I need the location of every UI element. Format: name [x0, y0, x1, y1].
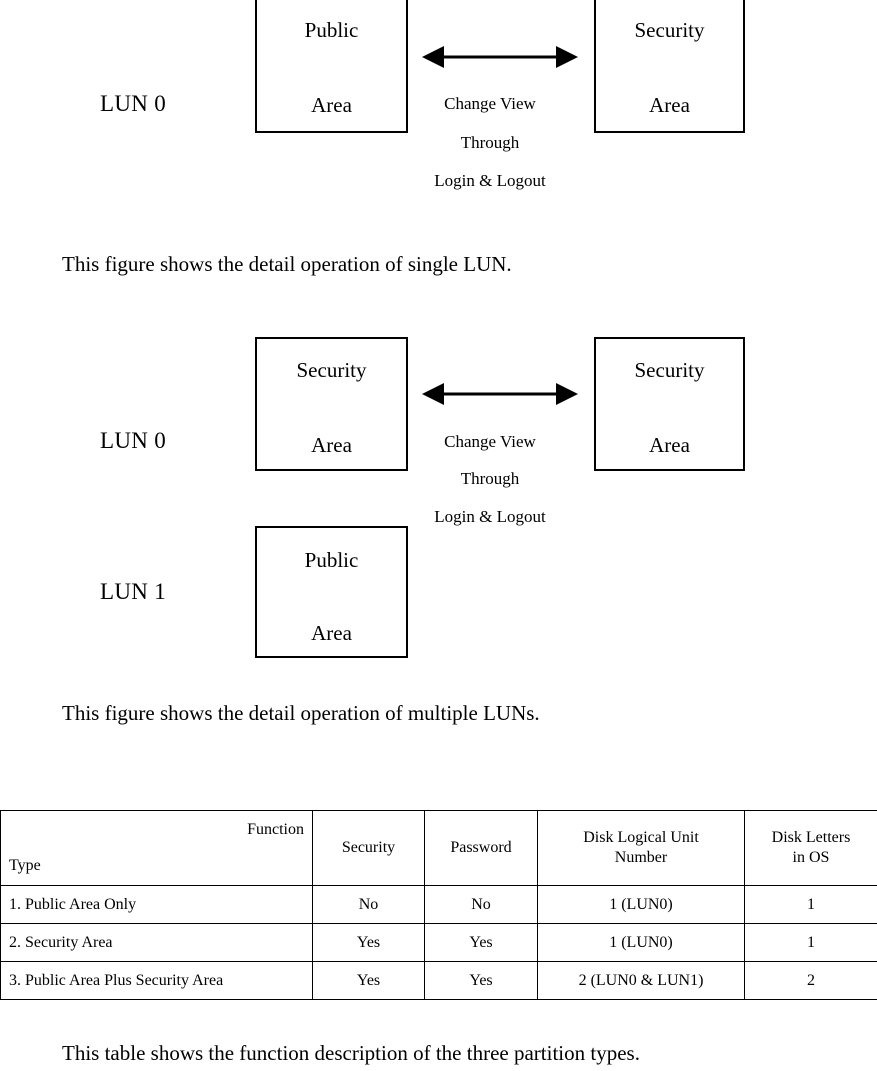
figure1-change-view-arrow — [422, 44, 578, 70]
table-cell-security: Yes — [312, 961, 425, 1000]
figure1-arrow-note-line2: Through — [460, 133, 520, 152]
table-header-function-label: Function — [247, 821, 304, 838]
table-cell-lun: 1 (LUN0) — [537, 885, 745, 924]
table-header-letters-line2: in OS — [792, 849, 830, 866]
table-cell-type: 2. Security Area — [0, 923, 313, 962]
figure2-lun0-security-area-box-right-line2: Area — [649, 433, 690, 457]
figure1-lun0-label: LUN 0 — [100, 91, 167, 116]
figure2-lun0-security-area-box-right: Security Area — [594, 337, 745, 471]
table-header-security: Security — [312, 810, 425, 886]
table-header-disk-logical-unit-number: Disk Logical Unit Number — [537, 810, 745, 886]
figure2-lun0-security-area-box-line2: Area — [311, 433, 352, 457]
figure2-arrow-note-line1: Change View — [444, 432, 536, 451]
table-cell-letters: 1 — [744, 885, 877, 924]
figure1-arrow-note-line1: Change View — [444, 94, 536, 113]
double-arrow-icon — [422, 46, 578, 68]
figure1-public-area-box-line1: Public — [304, 18, 359, 42]
figure2-lun0-security-area-box: Security Area — [255, 337, 408, 471]
table-cell-security: No — [312, 885, 425, 924]
double-arrow-icon — [422, 383, 578, 405]
table-cell-type: 3. Public Area Plus Security Area — [0, 961, 313, 1000]
figure1-arrow-note-line3: Login & Logout — [434, 171, 546, 190]
table-row: 2. Security Area Yes Yes 1 (LUN0) 1 — [0, 923, 877, 962]
table-row: 1. Public Area Only No No 1 (LUN0) 1 — [0, 885, 877, 924]
figure2-lun1-public-area-box-line2: Area — [311, 621, 352, 645]
figure1-public-area-box-line2: Area — [311, 93, 352, 117]
table-header-disk-letters-in-os: Disk Letters in OS — [744, 810, 877, 886]
table-cell-letters: 1 — [744, 923, 877, 962]
table-cell-letters: 2 — [744, 961, 877, 1000]
figure2-lun0-security-area-box-line1: Security — [296, 358, 367, 382]
table-header-security-line1: Security — [341, 839, 396, 856]
figure2-lun0-security-area-box-right-line1: Security — [634, 358, 705, 382]
figure1-public-area-box: Public Area — [255, 0, 408, 133]
figure2-caption: This figure shows the detail operation o… — [62, 701, 540, 725]
figure2-lun1-public-area-box-line1: Public — [304, 548, 359, 572]
table-header-letters-line1: Disk Letters — [771, 829, 851, 846]
table-header-password-line1: Password — [450, 839, 512, 856]
figure2-change-view-arrow — [422, 381, 578, 407]
table-cell-password: Yes — [424, 961, 538, 1000]
table-cell-password: No — [424, 885, 538, 924]
table-header-lun-line2: Number — [614, 849, 668, 866]
figure1-security-area-box-line2: Area — [649, 93, 690, 117]
figure2-lun1-label: LUN 1 — [100, 579, 167, 604]
table-cell-type: 1. Public Area Only — [0, 885, 313, 924]
figure2-lun1-public-area-box: Public Area — [255, 526, 408, 658]
table-header-type-label: Type — [9, 857, 41, 874]
table-row: 3. Public Area Plus Security Area Yes Ye… — [0, 961, 877, 1000]
table-cell-security: Yes — [312, 923, 425, 962]
table-caption: This table shows the function descriptio… — [62, 1041, 640, 1065]
table-cell-lun: 2 (LUN0 & LUN1) — [537, 961, 745, 1000]
figure2-arrow-note-line2: Through — [460, 469, 520, 488]
table-header-corner-cell: Function Type — [0, 810, 313, 886]
figure1-caption: This figure shows the detail operation o… — [62, 252, 512, 276]
table-cell-password: Yes — [424, 923, 538, 962]
figure2-lun0-label: LUN 0 — [100, 428, 167, 453]
table-header-lun-line1: Disk Logical Unit — [583, 829, 699, 846]
figure1-security-area-box-line1: Security — [634, 18, 705, 42]
table-header-password: Password — [424, 810, 538, 886]
figure2-arrow-note-line3: Login & Logout — [434, 507, 546, 526]
figure1-security-area-box: Security Area — [594, 0, 745, 133]
table-cell-lun: 1 (LUN0) — [537, 923, 745, 962]
partition-function-table: Function Type Security Password Disk Log… — [0, 810, 877, 1000]
document-page: LUN 0 Public Area Security Area Change V… — [0, 0, 877, 1071]
table-header-row: Function Type Security Password Disk Log… — [0, 810, 877, 886]
